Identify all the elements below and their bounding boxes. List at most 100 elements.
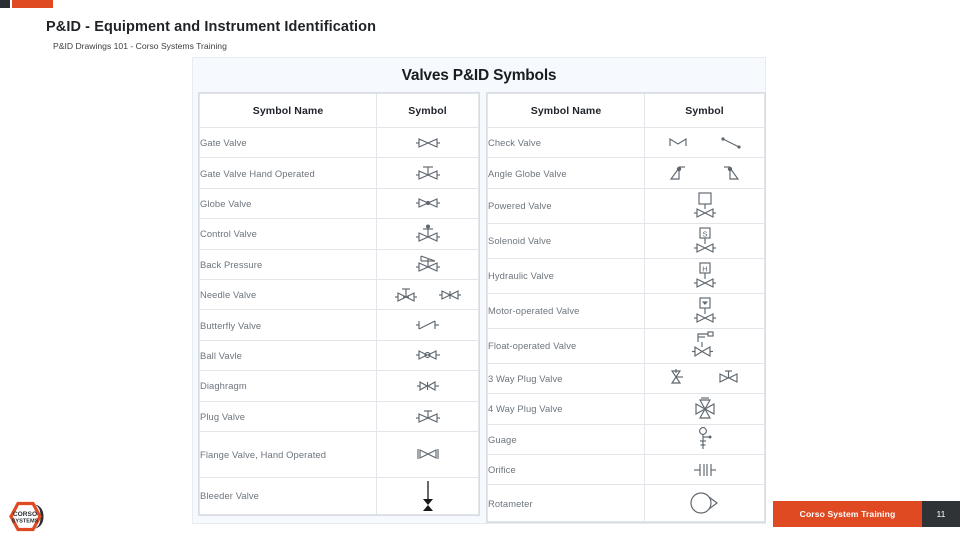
rotameter-symbol — [645, 490, 764, 516]
symbol-name-cell: Float-operated Valve — [487, 327, 645, 364]
symbol-name-cell: Diaghragm — [199, 370, 377, 402]
symbol-cell — [376, 309, 479, 341]
butterfly-valve-symbol — [377, 317, 478, 333]
page-title: P&ID - Equipment and Instrument Identifi… — [46, 19, 377, 35]
symbol-cell — [644, 292, 765, 329]
needle-valve-symbol — [377, 285, 478, 305]
solenoid-valve-symbol: S — [645, 226, 764, 256]
symbol-name-cell: Back Pressure — [199, 248, 377, 280]
symbol-cell — [644, 362, 765, 395]
symbol-name-cell: Ball Vavle — [199, 339, 377, 372]
float-operated-valve-symbol — [645, 331, 764, 361]
bleeder-valve-symbol — [377, 480, 478, 512]
table-row: Guage — [487, 423, 765, 455]
symbol-cell — [644, 393, 765, 425]
table-row: Needle Valve — [199, 278, 479, 311]
page-number: 11 — [922, 501, 960, 527]
column-header-symbol-name: Symbol Name — [487, 93, 645, 128]
symbol-name-cell: Rotameter — [487, 484, 645, 523]
symbol-cell — [644, 453, 765, 486]
globe-valve-symbol — [377, 196, 478, 210]
motor-operated-valve-symbol — [645, 296, 764, 326]
table-row: Float-operated Valve — [487, 327, 765, 364]
gate-valve-hand-operated-symbol — [377, 163, 478, 183]
symbol-name-cell: Flange Valve, Hand Operated — [199, 430, 377, 478]
symbol-cell: S — [644, 222, 765, 259]
table-row: Control Valve — [199, 218, 479, 250]
symbol-cell — [644, 157, 765, 189]
column-header-symbol-name: Symbol Name — [199, 93, 377, 128]
symbol-name-cell: Solenoid Valve — [487, 222, 645, 259]
logo-line1: CORSO — [13, 511, 37, 518]
right-symbol-table: Symbol Name Symbol Check Valve Angle Glo… — [487, 93, 765, 523]
symbol-name-cell: Gate Valve — [199, 126, 377, 159]
symbol-name-cell: Bleeder Valve — [199, 476, 377, 515]
symbol-name-cell: Control Valve — [199, 218, 377, 250]
table-row: Butterfly Valve — [199, 309, 479, 341]
check-valve-symbol — [645, 136, 764, 150]
control-valve-symbol — [377, 223, 478, 245]
left-symbol-table: Symbol Name Symbol Gate Valve Gate Valve… — [199, 93, 479, 515]
symbol-tables: Symbol Name Symbol Gate Valve Gate Valve… — [199, 93, 765, 523]
table-row: 4 Way Plug Valve — [487, 393, 765, 425]
symbol-name-cell: Butterfly Valve — [199, 309, 377, 341]
symbol-name-cell: Orifice — [487, 453, 645, 486]
three-way-plug-valve-symbol — [645, 367, 764, 389]
table-row: Motor-operated Valve — [487, 292, 765, 329]
table-row: Flange Valve, Hand Operated — [199, 430, 479, 478]
table-row: Solenoid Valve S — [487, 222, 765, 259]
symbol-cell — [376, 339, 479, 372]
symbol-name-cell: Globe Valve — [199, 187, 377, 220]
symbol-cell — [376, 187, 479, 220]
table-row: Diaghragm — [199, 370, 479, 402]
flange-valve-hand-operated-symbol — [377, 447, 478, 461]
logo-line2: SYSTEMS — [12, 519, 39, 525]
gauge-symbol — [645, 426, 764, 452]
symbol-name-cell: 4 Way Plug Valve — [487, 393, 645, 425]
symbol-name-cell: Motor-operated Valve — [487, 292, 645, 329]
symbol-cell — [376, 157, 479, 189]
page-subtitle: P&ID Drawings 101 - Corso Systems Traini… — [53, 41, 227, 51]
symbol-cell: H — [644, 257, 765, 294]
angle-globe-valve-symbol — [645, 164, 764, 182]
table-row: Ball Vavle — [199, 339, 479, 372]
symbol-name-cell: Plug Valve — [199, 400, 377, 432]
corso-systems-logo: CORSO SYSTEMS — [9, 501, 44, 532]
symbol-name-cell: Gate Valve Hand Operated — [199, 157, 377, 189]
ball-valve-symbol — [377, 348, 478, 362]
gate-valve-symbol — [377, 136, 478, 150]
table-row: Back Pressure — [199, 248, 479, 280]
symbol-cell — [376, 430, 479, 478]
table-row: Bleeder Valve — [199, 476, 479, 515]
table-row: Check Valve — [487, 126, 765, 159]
column-header-symbol: Symbol — [376, 93, 479, 128]
hydraulic-valve-symbol: H — [645, 261, 764, 291]
back-pressure-valve-symbol — [377, 253, 478, 275]
table-row: Hydraulic Valve H — [487, 257, 765, 294]
table-row: Rotameter — [487, 484, 765, 523]
hydraulic-actuator-label: H — [702, 264, 707, 273]
symbol-cell — [376, 400, 479, 432]
symbol-cell — [376, 476, 479, 515]
symbol-cell — [376, 370, 479, 402]
symbol-cell — [376, 218, 479, 250]
symbol-name-cell: Hydraulic Valve — [487, 257, 645, 294]
symbol-cell — [376, 278, 479, 311]
table-header-row: Symbol Name Symbol — [487, 93, 765, 128]
symbol-name-cell: Angle Globe Valve — [487, 157, 645, 189]
table-row: Plug Valve — [199, 400, 479, 432]
table-row: Angle Globe Valve — [487, 157, 765, 189]
powered-valve-symbol — [645, 191, 764, 221]
table-row: 3 Way Plug Valve — [487, 362, 765, 395]
orifice-symbol — [645, 461, 764, 479]
footer-label: Corso System Training — [773, 501, 922, 527]
solenoid-actuator-label: S — [702, 229, 707, 238]
panel-title: Valves P&ID Symbols — [401, 67, 557, 84]
symbol-cell — [376, 248, 479, 280]
symbol-cell — [644, 126, 765, 159]
symbol-name-cell: Powered Valve — [487, 187, 645, 224]
diaphragm-valve-symbol — [377, 379, 478, 393]
symbol-name-cell: Needle Valve — [199, 278, 377, 311]
symbol-name-cell: Check Valve — [487, 126, 645, 159]
four-way-plug-valve-symbol — [645, 397, 764, 421]
